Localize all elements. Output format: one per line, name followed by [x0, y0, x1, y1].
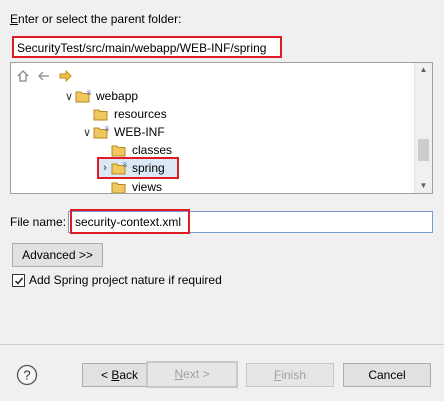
tree-item-web-inf[interactable]: ∨ S WEB-INF	[81, 123, 165, 141]
tree-item-label: webapp	[96, 89, 139, 103]
spring-nature-label: Add Spring project nature if required	[29, 273, 222, 287]
home-icon[interactable]	[15, 68, 31, 84]
chevron-down-icon[interactable]: ∨	[81, 125, 93, 139]
next-button-label: Next >	[174, 367, 210, 381]
tree-item-label: spring	[132, 161, 165, 175]
back-button-label: < Back	[100, 368, 139, 382]
source-folder-icon: S	[111, 161, 129, 175]
chevron-right-icon[interactable]: ›	[99, 161, 111, 175]
tree-item-label: views	[132, 180, 163, 194]
svg-text:S: S	[123, 163, 127, 169]
parent-folder-label-text: nter or select the parent folder:	[18, 12, 182, 26]
scroll-up-icon[interactable]: ▲	[418, 65, 429, 75]
advanced-button[interactable]: Advanced >>	[12, 243, 103, 267]
parent-folder-label: Enter or select the parent folder:	[10, 12, 182, 26]
cancel-button-label: Cancel	[368, 368, 406, 382]
tree-item-resources[interactable]: resources	[93, 105, 167, 123]
footer-divider	[0, 344, 444, 345]
cancel-button[interactable]: Cancel	[343, 363, 431, 387]
finish-button[interactable]: Finish	[246, 363, 334, 387]
tree-item-label: classes	[132, 143, 173, 157]
svg-text:S: S	[87, 91, 91, 97]
tree-item-webapp[interactable]: ∨ S webapp	[63, 87, 138, 105]
forward-arrow-icon[interactable]	[57, 68, 73, 84]
folder-icon	[111, 143, 129, 157]
help-icon[interactable]: ?	[16, 364, 38, 386]
folder-icon	[93, 107, 111, 121]
tree-toolbar	[15, 67, 73, 85]
folder-tree[interactable]: ∨ S webapp resources ∨ S WEB-INF classes…	[10, 62, 433, 194]
file-name-label: File name:	[10, 215, 66, 229]
back-arrow-icon[interactable]	[36, 68, 52, 84]
svg-text:S: S	[105, 127, 109, 133]
file-name-input[interactable]: security-context.xml	[70, 209, 190, 234]
folder-icon	[111, 180, 129, 193]
finish-button-label: Finish	[273, 368, 307, 382]
scroll-down-icon[interactable]: ▼	[418, 181, 429, 191]
tree-scrollbar[interactable]: ▲ ▼	[414, 63, 432, 193]
scroll-thumb[interactable]	[418, 139, 429, 161]
source-folder-icon: S	[75, 89, 93, 103]
chevron-down-icon[interactable]: ∨	[63, 89, 75, 103]
advanced-button-label: Advanced >>	[22, 248, 93, 262]
parent-folder-input[interactable]: SecurityTest/src/main/webapp/WEB-INF/spr…	[12, 36, 282, 58]
next-button[interactable]: Next >	[146, 361, 238, 388]
checkmark-icon	[14, 277, 23, 285]
tree-item-views[interactable]: views	[111, 178, 163, 194]
file-name-label-text: File name:	[10, 215, 67, 229]
spring-nature-checkbox[interactable]	[12, 274, 25, 287]
svg-text:?: ?	[23, 368, 30, 383]
tree-item-spring[interactable]: › S spring	[97, 157, 179, 179]
tree-item-label: resources	[114, 107, 167, 121]
source-folder-icon: S	[93, 125, 111, 139]
tree-item-label: WEB-INF	[114, 125, 165, 139]
